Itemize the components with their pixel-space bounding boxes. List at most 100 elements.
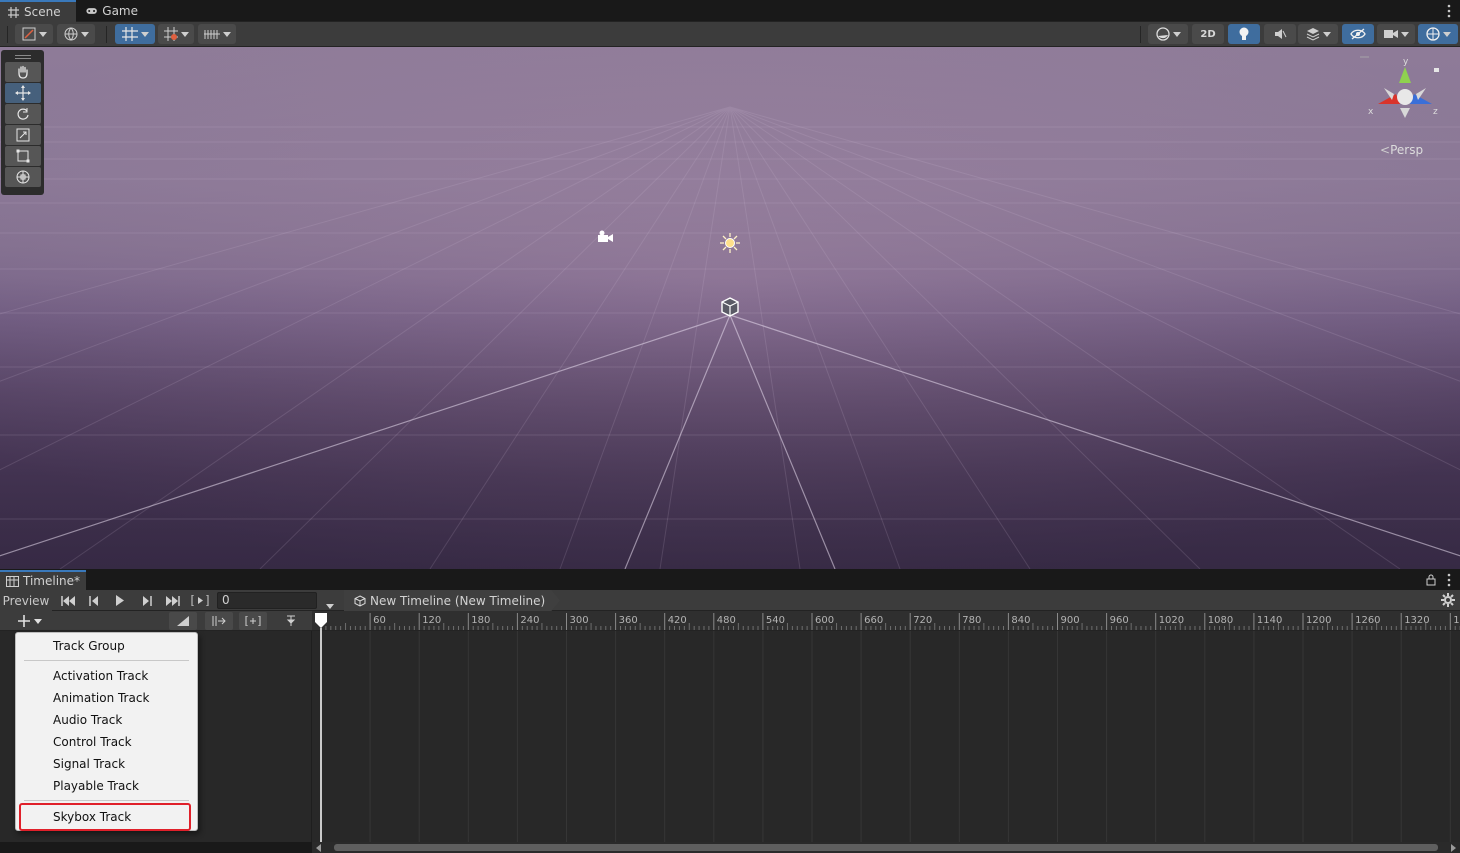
- hidden-objects-toggle[interactable]: [1342, 24, 1374, 44]
- gizmo-z-label: z: [1433, 107, 1438, 117]
- gizmo-perspective-toggle[interactable]: [1434, 68, 1439, 72]
- menu-item-animation-track[interactable]: Animation Track: [16, 687, 197, 709]
- current-frame-field[interactable]: 0: [217, 592, 317, 609]
- scroll-right-arrow-icon[interactable]: [1451, 844, 1456, 852]
- effects-dropdown[interactable]: [1298, 24, 1338, 44]
- grid-icon: [8, 6, 19, 18]
- clip-edit-mode-button[interactable]: [169, 612, 197, 630]
- timeline-icon: [6, 575, 19, 587]
- global-local-dropdown[interactable]: [57, 24, 95, 44]
- ruler-tick-label: 660: [864, 615, 883, 626]
- timeline-horizontal-scrollbar[interactable]: [312, 842, 1460, 853]
- more-options-icon[interactable]: [1446, 4, 1452, 18]
- scene-toolbar: 2D: [0, 22, 1460, 47]
- ruler-tick-label: 900: [1061, 615, 1080, 626]
- camera-gizmo-icon[interactable]: [596, 229, 614, 245]
- menu-item-signal-track[interactable]: Signal Track: [16, 753, 197, 775]
- menu-item-control-track[interactable]: Control Track: [16, 731, 197, 753]
- toggle-2d-button[interactable]: 2D: [1192, 24, 1224, 44]
- scene-lighting-toggle[interactable]: [1228, 24, 1260, 44]
- grid-snapping-dropdown[interactable]: [115, 24, 155, 44]
- scroll-left-arrow-icon[interactable]: [316, 844, 321, 852]
- transform-tool-button[interactable]: [4, 167, 41, 187]
- frame-all-button[interactable]: [239, 612, 267, 630]
- track-area[interactable]: [312, 631, 1460, 842]
- game-object-cube-icon[interactable]: [720, 297, 740, 317]
- scene-audio-toggle[interactable]: [1264, 24, 1296, 44]
- hand-tool-button[interactable]: [4, 62, 41, 82]
- ruler-tick-label: 480: [717, 615, 736, 626]
- hand-icon: [17, 65, 28, 79]
- menu-item-skybox-track[interactable]: Skybox Track: [16, 806, 197, 828]
- toggle-2d-label: 2D: [1200, 28, 1216, 40]
- draw-mode-icon: [22, 27, 35, 41]
- tab-game[interactable]: Game: [78, 0, 146, 22]
- skip-to-start-icon: [61, 595, 75, 606]
- tab-scene[interactable]: Scene: [0, 0, 76, 22]
- menu-item-track-group[interactable]: Track Group: [16, 635, 197, 657]
- menu-separator: [24, 800, 189, 801]
- move-tool-button[interactable]: [4, 83, 41, 103]
- ruler-tick-label: 120: [422, 615, 441, 626]
- lock-icon[interactable]: [1426, 574, 1436, 586]
- track-header-toolbar: [0, 611, 312, 631]
- toolbar-divider: [7, 26, 8, 43]
- scale-tool-button[interactable]: [4, 125, 41, 145]
- toolbar-divider: [106, 26, 107, 43]
- previous-frame-button[interactable]: [83, 592, 105, 609]
- ruler-tick-label: 240: [520, 615, 539, 626]
- preview-button[interactable]: Preview: [0, 590, 52, 611]
- gizmo-neg-y[interactable]: [1400, 108, 1410, 118]
- timeline-breadcrumb[interactable]: New Timeline (New Timeline): [344, 590, 560, 611]
- increment-snap-icon: [203, 30, 220, 39]
- menu-item-audio-track[interactable]: Audio Track: [16, 709, 197, 731]
- timeline-asset-cube-icon: [354, 594, 366, 607]
- go-to-start-button[interactable]: [57, 592, 79, 609]
- ruler-tick-label: 1200: [1306, 615, 1331, 626]
- pin-icon: [286, 615, 296, 626]
- time-ruler[interactable]: 60 120 180 240 300 360 420 480 540 600 660 720 780 84…: [312, 611, 1460, 631]
- tool-handle-dropdown[interactable]: [15, 24, 53, 44]
- scene-viewport[interactable]: y x z <Persp: [0, 47, 1460, 569]
- ruler-tick-label: 1080: [1208, 615, 1233, 626]
- directional-light-icon[interactable]: [719, 232, 741, 254]
- timeline-more-options-icon[interactable]: [1446, 573, 1452, 587]
- play-button[interactable]: [109, 592, 131, 609]
- timeline-tab-bar: Timeline*: [0, 570, 1460, 590]
- scene-camera-dropdown[interactable]: [1377, 24, 1415, 44]
- add-track-button[interactable]: [12, 612, 48, 630]
- skip-to-end-icon: [166, 595, 180, 606]
- menu-item-activation-track[interactable]: Activation Track: [16, 665, 197, 687]
- increment-snap-dropdown[interactable]: [198, 24, 236, 44]
- go-to-end-button[interactable]: [162, 592, 184, 609]
- tab-timeline[interactable]: Timeline*: [0, 570, 87, 590]
- shading-mode-dropdown[interactable]: [1148, 24, 1188, 44]
- ruler-tick-label: 1260: [1355, 615, 1380, 626]
- ruler-tick-label: 180: [471, 615, 490, 626]
- snap-icon: [212, 616, 226, 626]
- timeline-settings-gear-icon[interactable]: [1440, 592, 1456, 608]
- ruler-tick-label: 1020: [1159, 615, 1184, 626]
- gizmos-globe-icon: [1425, 27, 1440, 41]
- effects-layers-icon: [1306, 28, 1319, 41]
- ruler-tick-label: 300: [570, 615, 589, 626]
- scrollbar-thumb[interactable]: [334, 844, 1438, 851]
- menu-item-playable-track[interactable]: Playable Track: [16, 775, 197, 797]
- marker-button[interactable]: [277, 612, 305, 630]
- gizmo-center[interactable]: [1397, 89, 1413, 105]
- grid-visibility-dropdown[interactable]: [158, 24, 194, 44]
- gizmos-dropdown[interactable]: [1418, 24, 1458, 44]
- rect-tool-button[interactable]: [4, 146, 41, 166]
- rotate-tool-button[interactable]: [4, 104, 41, 124]
- playhead[interactable]: [314, 611, 328, 843]
- snap-clips-button[interactable]: [205, 612, 233, 630]
- palette-grip[interactable]: [14, 55, 31, 56]
- projection-label[interactable]: <Persp: [1380, 143, 1423, 157]
- ruler-ticks: 60 120 180 240 300 360 420 480 540 600 660 720 780 84…: [320, 613, 1460, 630]
- projection-label-text: Persp: [1390, 143, 1424, 157]
- play-range-button[interactable]: [189, 592, 211, 609]
- ruler-tick-label: 1140: [1257, 615, 1282, 626]
- next-frame-button[interactable]: [136, 592, 158, 609]
- time-format-dropdown[interactable]: [326, 598, 334, 612]
- gizmo-y-axis[interactable]: [1399, 67, 1411, 83]
